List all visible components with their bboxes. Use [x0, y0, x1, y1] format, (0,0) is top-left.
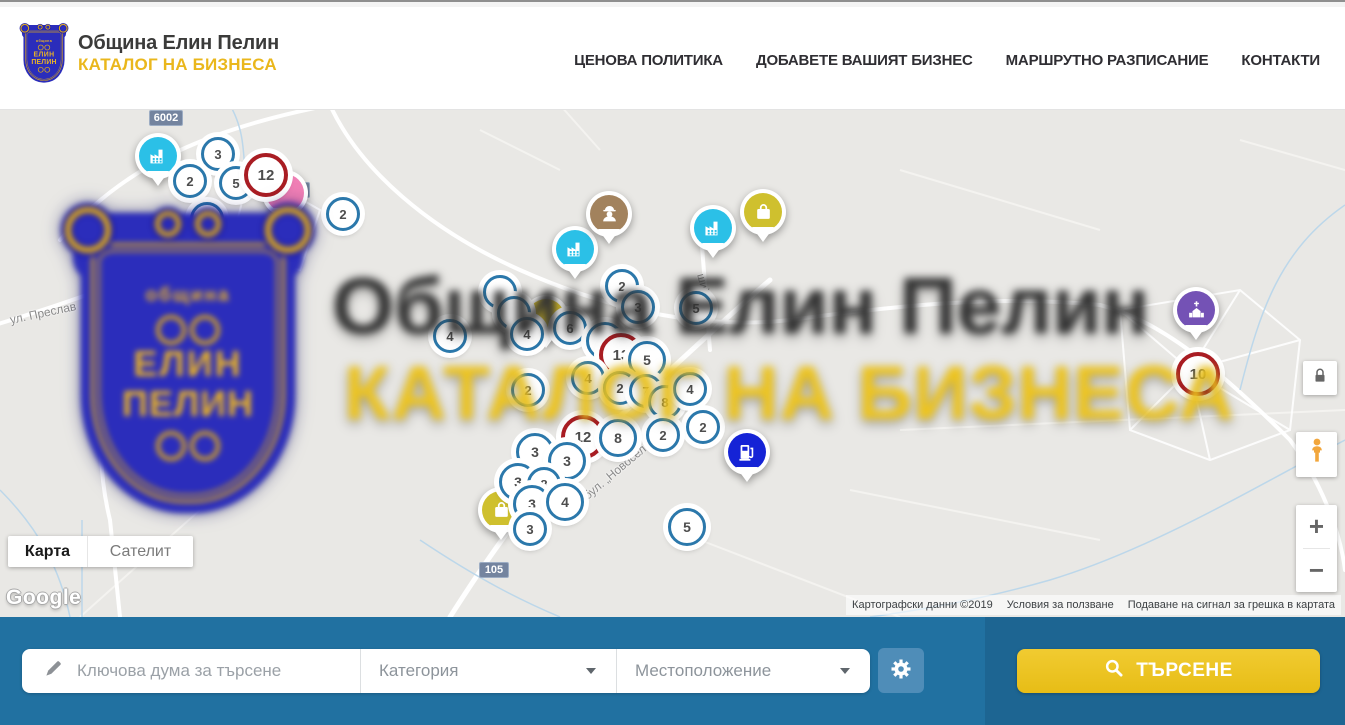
google-logo[interactable]: Google — [6, 586, 81, 610]
map-category-pin[interactable] — [724, 429, 770, 475]
map-category-pin[interactable] — [586, 191, 632, 237]
chevron-down-icon — [586, 668, 596, 674]
app-root: община ЕЛИН ПЕЛИН Община Елин Пелин КАТА… — [0, 0, 1345, 725]
church-icon — [1177, 291, 1215, 329]
search-button-label: ТЪРСЕНЕ — [1136, 660, 1233, 682]
map-type-map-button[interactable]: Карта — [8, 536, 88, 567]
main-nav: ЦЕНОВА ПОЛИТИКА ДОБАВЕТЕ ВАШИЯТ БИЗНЕС М… — [574, 52, 1320, 69]
fuel-icon — [728, 433, 766, 471]
zoom-in-button[interactable]: + — [1296, 505, 1337, 548]
crest-flourish — [35, 44, 53, 49]
zoom-out-button[interactable]: − — [1296, 549, 1337, 592]
map-cluster-marker[interactable]: 5 — [679, 291, 713, 325]
map-cluster-marker[interactable]: 2 — [646, 418, 680, 452]
site-header: община ЕЛИН ПЕЛИН Община Елин Пелин КАТА… — [0, 0, 1345, 110]
google-map[interactable]: 3251222235446713524278422128333834351060… — [0, 110, 1345, 617]
factory-icon — [694, 209, 732, 247]
lock-button[interactable] — [1303, 361, 1337, 395]
map-cluster-marker[interactable]: 8 — [599, 419, 637, 457]
worker-icon — [590, 195, 628, 233]
municipal-crest-logo: община ЕЛИН ПЕЛИН — [20, 25, 68, 83]
search-icon — [1104, 658, 1124, 684]
factory-icon — [556, 230, 594, 268]
map-cluster-marker[interactable]: 2 — [326, 197, 360, 231]
site-subtitle: КАТАЛОГ НА БИЗНЕСА — [78, 55, 277, 75]
search-button[interactable]: ТЪРСЕНЕ — [1017, 649, 1320, 693]
nav-item-add-business[interactable]: ДОБАВЕТЕ ВАШИЯТ БИЗНЕС — [756, 52, 973, 69]
map-cluster-marker[interactable]: 4 — [571, 361, 605, 395]
search-fields-group: Категория Местоположение — [22, 649, 870, 693]
map-category-pin[interactable] — [690, 205, 736, 251]
map-cluster-marker[interactable]: 4 — [510, 317, 544, 351]
location-select[interactable]: Местоположение — [617, 649, 870, 693]
map-cluster-marker[interactable]: 3 — [621, 290, 655, 324]
factory-icon — [139, 137, 177, 175]
advanced-settings-button[interactable] — [878, 648, 924, 693]
location-select-label: Местоположение — [635, 661, 771, 681]
map-cluster-marker[interactable]: 4 — [546, 483, 584, 521]
map-cluster-marker[interactable]: 10 — [1176, 352, 1220, 396]
map-type-satellite-button[interactable]: Сателит — [88, 536, 193, 567]
crest-flourish — [35, 66, 53, 71]
crest-name-line2: ПЕЛИН — [23, 58, 64, 66]
terms-of-use-link[interactable]: Условия за ползване — [1007, 599, 1114, 611]
site-logo-link[interactable]: община ЕЛИН ПЕЛИН Община Елин Пелин КАТА… — [20, 25, 240, 89]
site-title: Община Елин Пелин — [78, 32, 279, 55]
map-cluster-marker[interactable]: 2 — [173, 164, 207, 198]
crest-org-text: община — [23, 39, 64, 43]
map-cluster-marker[interactable]: 2 — [686, 410, 720, 444]
nav-item-transport-schedule[interactable]: МАРШРУТНО РАЗПИСАНИЕ — [1006, 52, 1209, 69]
map-attribution: Картографски данни ©2019 Условия за полз… — [846, 595, 1341, 615]
map-cluster-marker[interactable]: 2 — [511, 373, 545, 407]
road-number-badge: 6002 — [149, 110, 183, 126]
pencil-icon — [44, 659, 63, 683]
road-number-badge: 105 — [479, 562, 509, 578]
nav-item-pricing[interactable]: ЦЕНОВА ПОЛИТИКА — [574, 52, 723, 69]
keyword-field-wrap — [22, 649, 360, 693]
map-cluster-marker[interactable]: 6 — [553, 311, 587, 345]
map-cluster-marker[interactable]: 4 — [673, 372, 707, 406]
map-category-pin[interactable] — [552, 226, 598, 272]
gear-icon — [889, 657, 913, 684]
map-category-pin[interactable] — [740, 189, 786, 235]
lock-icon — [1311, 367, 1329, 390]
map-cluster-marker[interactable]: 12 — [244, 153, 288, 197]
category-select-label: Категория — [379, 661, 458, 681]
report-map-error-link[interactable]: Подаване на сигнал за грешка в картата — [1128, 599, 1335, 611]
keyword-search-input[interactable] — [77, 661, 360, 681]
window-top-strip — [0, 2, 1345, 7]
map-cluster-marker[interactable]: 5 — [668, 508, 706, 546]
map-category-pin[interactable] — [1173, 287, 1219, 333]
map-data-copyright: Картографски данни ©2019 — [852, 599, 993, 611]
map-cluster-marker[interactable]: 4 — [433, 319, 467, 353]
street-view-pegman-button[interactable] — [1296, 432, 1337, 477]
nav-item-contacts[interactable]: КОНТАКТИ — [1241, 52, 1320, 69]
map-cluster-marker[interactable]: 2 — [190, 202, 224, 236]
map-cluster-marker[interactable]: 3 — [513, 512, 547, 546]
search-bar: Категория Местоположение — [0, 617, 1345, 725]
category-select[interactable]: Категория — [361, 649, 616, 693]
zoom-control: + − — [1296, 505, 1337, 592]
shopping-bag-icon — [744, 193, 782, 231]
chevron-down-icon — [840, 668, 850, 674]
map-type-control: Карта Сателит — [8, 536, 193, 567]
pegman-icon — [1306, 437, 1328, 472]
